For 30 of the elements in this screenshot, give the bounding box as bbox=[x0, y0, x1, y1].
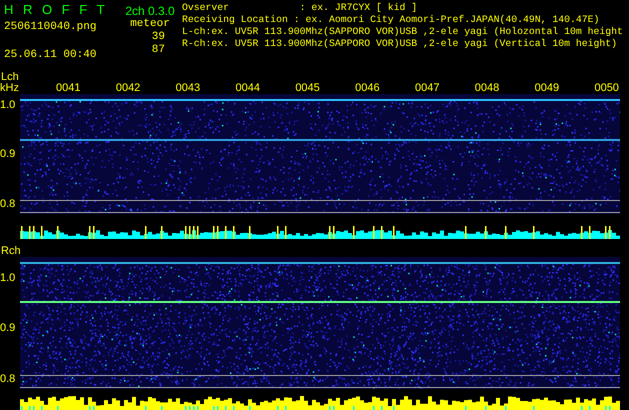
channel-label: Rch bbox=[0, 246, 21, 257]
unit-label: kHz bbox=[0, 82, 19, 94]
time-label: 0050 bbox=[594, 83, 619, 94]
time-label: 0041 bbox=[56, 83, 80, 94]
info-line: L-ch:ex. UV5R 113.900Mhz(SAPPORO VOR)USB ,2-ele yagi (Holozontal 10m height bbox=[182, 26, 623, 38]
version-label: 2ch 0.3.0 bbox=[125, 4, 175, 18]
datetime: 25.06.11 00:40 bbox=[4, 48, 98, 62]
time-label: 0048 bbox=[474, 83, 500, 94]
time-label: 0049 bbox=[534, 83, 560, 94]
time-label: 0047 bbox=[414, 83, 440, 94]
axis-tick-label: 1.0 bbox=[0, 272, 16, 284]
time-label: 0043 bbox=[176, 83, 200, 94]
meteor-count: 39 bbox=[152, 31, 165, 44]
axis-tick-label: 1.0 bbox=[0, 100, 16, 111]
app-title: H R O F F T bbox=[4, 2, 107, 18]
axis-tick-label: 0.8 bbox=[0, 374, 16, 385]
filename: 2506110040.png bbox=[4, 20, 98, 34]
channel-label: Lch bbox=[0, 72, 19, 83]
time-label: 0045 bbox=[295, 83, 320, 94]
axis-tick-label: 0.9 bbox=[0, 149, 16, 160]
info-line: R-ch:ex. UV5R 113.900Mhz(SAPPORO VOR)USB ,2-ele yagi (Vertical 10m height) bbox=[182, 38, 618, 50]
axis-tick-label: 0.9 bbox=[0, 323, 16, 334]
axis-tick-label: 0.8 bbox=[0, 199, 16, 210]
time-label: 0044 bbox=[235, 83, 260, 94]
info-line: Receiving Location : ex. Aomori City Aomori-Pref.JAPAN(40.49N, 140.47E) bbox=[182, 14, 600, 26]
info-line: Ovserver : ex. JR7CYX [ kid ] bbox=[182, 2, 418, 14]
time-label: 0042 bbox=[116, 83, 140, 94]
meteor-count: 87 bbox=[152, 44, 165, 57]
meteor-label: meteor bbox=[130, 18, 170, 31]
time-label: 0046 bbox=[355, 83, 380, 94]
